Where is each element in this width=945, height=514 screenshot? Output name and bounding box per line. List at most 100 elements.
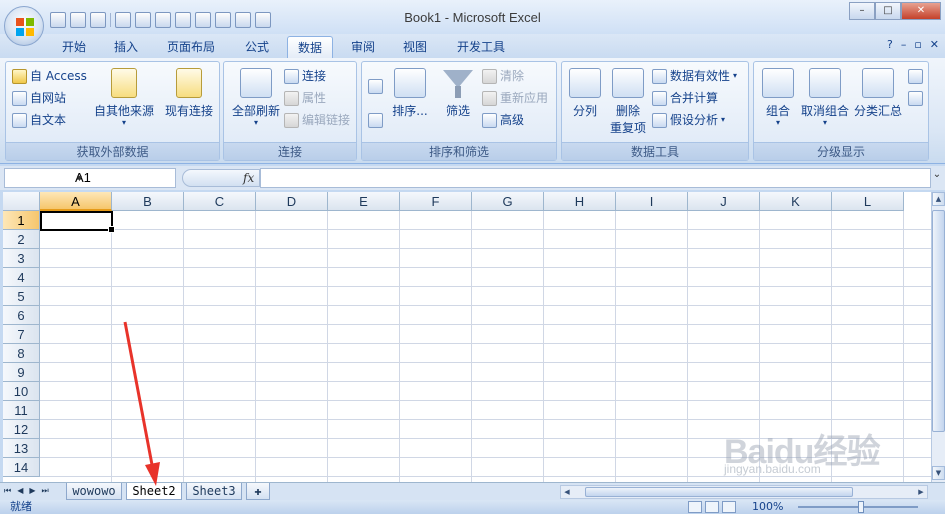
remove-duplicates-button[interactable]: 删除 重复项	[606, 68, 650, 136]
help-icon[interactable]: ?	[887, 38, 893, 51]
row-header-11[interactable]: 11	[3, 401, 40, 420]
doc-minimize-button[interactable]: –	[901, 38, 907, 51]
column-header-f[interactable]: F	[400, 192, 472, 211]
row-header-6[interactable]: 6	[3, 306, 40, 325]
from-access-button[interactable]: 自 Access	[12, 66, 87, 86]
column-header-c[interactable]: C	[184, 192, 256, 211]
vertical-scrollbar[interactable]: ▲ ▼	[931, 192, 945, 482]
gridline-horizontal	[40, 324, 931, 325]
normal-view-icon[interactable]	[688, 501, 702, 513]
column-header-e[interactable]: E	[328, 192, 400, 211]
group-sort-filter: 排序... 筛选 清除 重新应用 高级 排序和筛选	[361, 61, 557, 161]
row-header-3[interactable]: 3	[3, 249, 40, 268]
tab-insert[interactable]: 插入	[106, 36, 146, 58]
advanced-filter-button[interactable]: 高级	[482, 110, 524, 130]
row-header-1[interactable]: 1	[3, 211, 40, 230]
from-other-sources-button[interactable]: 自其他来源 ▾	[92, 68, 156, 127]
row-header-13[interactable]: 13	[3, 439, 40, 458]
edit-links-button[interactable]: 编辑链接	[284, 110, 350, 130]
gridline-vertical	[111, 211, 112, 482]
row-header-2[interactable]: 2	[3, 230, 40, 249]
tab-review[interactable]: 审阅	[342, 36, 384, 58]
show-detail-button[interactable]	[908, 66, 923, 86]
row-header-10[interactable]: 10	[3, 382, 40, 401]
scroll-up-icon[interactable]: ▲	[932, 192, 945, 206]
data-validation-button[interactable]: 数据有效性 ▾	[652, 66, 737, 86]
name-box[interactable]: A1 ▼	[4, 168, 176, 188]
text-to-columns-button[interactable]: 分列	[566, 68, 604, 119]
chevron-down-icon[interactable]: ▼	[75, 169, 172, 187]
column-header-a[interactable]: A	[40, 192, 112, 211]
vertical-scroll-thumb[interactable]	[932, 210, 945, 432]
tab-data[interactable]: 数据	[287, 36, 333, 58]
from-text-button[interactable]: 自文本	[12, 110, 66, 130]
what-if-analysis-button[interactable]: 假设分析 ▾	[652, 110, 725, 130]
next-sheet-icon[interactable]: ▶	[29, 484, 35, 498]
page-layout-view-icon[interactable]	[705, 501, 719, 513]
group-button[interactable]: 组合 ▾	[758, 68, 798, 127]
insert-sheet-icon[interactable]: ✚	[246, 483, 270, 500]
ungroup-button[interactable]: 取消组合 ▾	[798, 68, 852, 127]
subtotal-button[interactable]: 分类汇总	[852, 68, 904, 119]
row-header-5[interactable]: 5	[3, 287, 40, 306]
column-header-b[interactable]: B	[112, 192, 184, 211]
scroll-left-icon[interactable]: ◀	[561, 486, 573, 498]
tab-developer[interactable]: 开发工具	[448, 36, 514, 58]
existing-connections-button[interactable]: 现有连接	[162, 68, 216, 119]
maximize-button[interactable]: □	[875, 2, 901, 20]
prev-sheet-icon[interactable]: ◀	[17, 484, 23, 498]
tab-view[interactable]: 视图	[394, 36, 436, 58]
sort-button[interactable]: 排序...	[390, 68, 430, 119]
column-header-d[interactable]: D	[256, 192, 328, 211]
close-button[interactable]: ✕	[901, 2, 941, 20]
doc-restore-button[interactable]: ▫	[914, 38, 921, 51]
row-header-12[interactable]: 12	[3, 420, 40, 439]
row-header-8[interactable]: 8	[3, 344, 40, 363]
clear-filter-button[interactable]: 清除	[482, 66, 524, 86]
hide-detail-button[interactable]	[908, 88, 923, 108]
office-button[interactable]	[4, 6, 44, 46]
scroll-down-icon[interactable]: ▼	[932, 466, 945, 480]
sheet-tab-sheet2[interactable]: Sheet2	[126, 483, 182, 500]
active-cell-a1[interactable]	[40, 211, 115, 233]
sort-za-icon	[368, 112, 383, 128]
connections-button[interactable]: 连接	[284, 66, 326, 86]
column-header-l[interactable]: L	[832, 192, 904, 211]
horizontal-scroll-thumb[interactable]	[585, 487, 853, 497]
zoom-slider-knob[interactable]	[858, 501, 864, 513]
zoom-level[interactable]: 100%	[752, 500, 783, 514]
sheet-tab-sheet3[interactable]: Sheet3	[186, 483, 242, 500]
tab-page-layout[interactable]: 页面布局	[158, 36, 224, 58]
sheet-tab-wowowo[interactable]: wowowo	[66, 483, 122, 500]
expand-formula-icon[interactable]: ⌄	[931, 169, 943, 187]
page-break-view-icon[interactable]	[722, 501, 736, 513]
column-header-g[interactable]: G	[472, 192, 544, 211]
consolidate-button[interactable]: 合并计算	[652, 88, 718, 108]
last-sheet-icon[interactable]: ⏭	[42, 484, 49, 498]
row-header-7[interactable]: 7	[3, 325, 40, 344]
minimize-button[interactable]: –	[849, 2, 875, 20]
column-header-j[interactable]: J	[688, 192, 760, 211]
row-header-14[interactable]: 14	[3, 458, 40, 477]
row-header-9[interactable]: 9	[3, 363, 40, 382]
tab-home[interactable]: 开始	[52, 36, 96, 58]
formula-input[interactable]	[260, 168, 931, 188]
row-header-4[interactable]: 4	[3, 268, 40, 287]
refresh-all-button[interactable]: 全部刷新 ▾	[228, 68, 284, 127]
insert-function-icon[interactable]: fx	[243, 170, 254, 186]
filter-button[interactable]: 筛选	[440, 68, 476, 119]
column-header-i[interactable]: I	[616, 192, 688, 211]
tab-formulas[interactable]: 公式	[236, 36, 278, 58]
reapply-button[interactable]: 重新应用	[482, 88, 548, 108]
sort-descending-button[interactable]	[368, 110, 383, 130]
scroll-right-icon[interactable]: ▶	[915, 486, 927, 498]
from-web-button[interactable]: 自网站	[12, 88, 66, 108]
select-all-corner[interactable]	[3, 192, 40, 211]
doc-close-button[interactable]: ✕	[930, 38, 939, 51]
first-sheet-icon[interactable]: ⏮	[4, 484, 11, 498]
column-header-k[interactable]: K	[760, 192, 832, 211]
sort-ascending-button[interactable]	[368, 76, 383, 96]
horizontal-scrollbar[interactable]: ◀ ▶	[560, 485, 928, 499]
properties-button[interactable]: 属性	[284, 88, 326, 108]
column-header-h[interactable]: H	[544, 192, 616, 211]
